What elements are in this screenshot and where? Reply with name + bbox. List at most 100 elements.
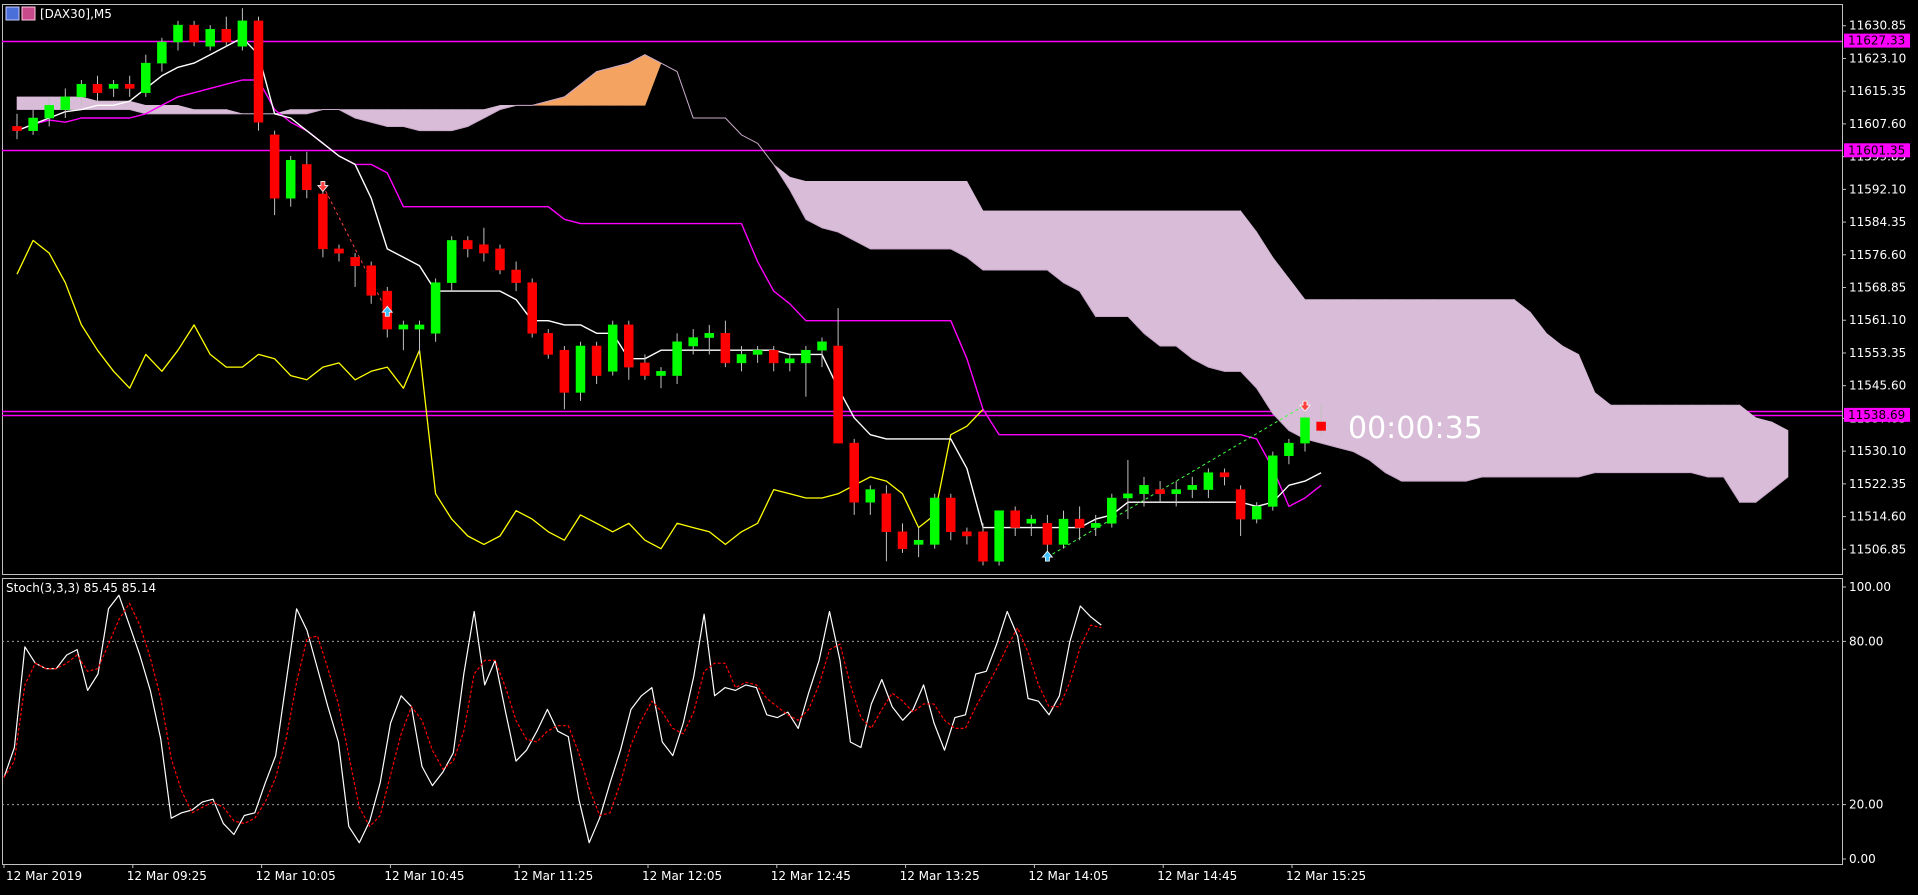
candle-body xyxy=(591,345,602,376)
candle-body xyxy=(527,282,537,334)
candle-body xyxy=(334,248,344,254)
hline-price-label: 11538.69 xyxy=(1848,408,1905,422)
candle-body xyxy=(672,341,682,376)
candle xyxy=(430,278,441,342)
candle-body xyxy=(1219,472,1230,478)
candle-body xyxy=(559,349,570,393)
cloud-segment xyxy=(1143,210,1161,347)
time-tick-label: 12 Mar 14:05 xyxy=(1028,869,1108,883)
candle-body xyxy=(92,83,103,93)
candle-body xyxy=(463,240,473,250)
candle-body xyxy=(962,531,972,537)
candle-body xyxy=(1235,489,1246,520)
candle-body xyxy=(929,497,940,545)
candle-body xyxy=(897,531,908,549)
candle-body xyxy=(269,134,280,199)
cloud-segment xyxy=(837,181,855,241)
candle-body xyxy=(414,324,425,330)
cloud-segment xyxy=(950,181,968,258)
candle xyxy=(607,320,618,376)
candle-body xyxy=(205,29,215,47)
candle-body xyxy=(221,29,232,43)
time-tick-label: 12 Mar 2019 xyxy=(6,869,82,883)
candle-body xyxy=(946,497,956,533)
candle-body xyxy=(752,349,763,355)
cloud-segment xyxy=(161,105,179,115)
cloud-segment xyxy=(419,109,436,131)
cloud-segment xyxy=(16,96,34,110)
candle-body xyxy=(1171,489,1181,495)
price-tick-label: 11522.35 xyxy=(1849,477,1906,491)
cloud-segment xyxy=(1111,210,1129,317)
candle-body xyxy=(253,20,264,123)
candle-body xyxy=(575,345,586,393)
stoch-tick-label: 0.00 xyxy=(1849,852,1876,866)
cloud-segment xyxy=(1739,404,1757,503)
cloud-segment xyxy=(1626,404,1644,473)
stoch-tick-label: 100.00 xyxy=(1849,580,1891,594)
chart-canvas[interactable]: 11630.8511623.1011615.3511607.6011599.85… xyxy=(0,0,1918,891)
cloud-segment xyxy=(1465,299,1483,482)
cloud-segment xyxy=(596,66,614,106)
candle-body xyxy=(302,164,312,191)
candle-body xyxy=(76,83,87,98)
candle-body xyxy=(978,531,988,562)
price-tick-label: 11553.35 xyxy=(1849,346,1906,360)
price-tick-label: 11584.35 xyxy=(1849,215,1906,229)
cloud-segment xyxy=(1175,210,1193,360)
mt4-chart-window[interactable]: 11630.8511623.1011615.3511607.6011599.85… xyxy=(0,0,1918,891)
candle-body xyxy=(543,333,554,355)
cloud-segment xyxy=(1224,210,1241,372)
candle-body xyxy=(1187,485,1198,490)
candle-body xyxy=(108,83,119,89)
time-tick-label: 12 Mar 14:45 xyxy=(1157,869,1237,883)
time-tick-label: 12 Mar 15:25 xyxy=(1286,869,1366,883)
candle-body xyxy=(865,489,876,503)
candle xyxy=(543,329,554,359)
cloud-segment xyxy=(1433,299,1451,482)
cloud-segment xyxy=(1707,404,1724,478)
candle xyxy=(527,278,537,338)
candle-body xyxy=(881,493,892,533)
stoch-tick-label: 20.00 xyxy=(1849,798,1883,812)
candle-body xyxy=(173,24,183,43)
candle-body xyxy=(656,371,666,376)
candle-body xyxy=(1026,518,1037,524)
countdown-timer: 00:00:35 xyxy=(1348,411,1483,446)
candle-body xyxy=(285,159,296,199)
candle-body xyxy=(1074,518,1085,528)
cloud-segment xyxy=(1288,277,1306,440)
cloud-segment xyxy=(1497,299,1515,478)
cloud-segment xyxy=(1449,299,1467,482)
cloud-segment xyxy=(193,109,211,115)
cloud-segment xyxy=(1546,332,1563,478)
cloud-segment xyxy=(1417,299,1435,482)
cloud-segment xyxy=(1031,210,1048,271)
candle-body xyxy=(1123,493,1133,499)
price-tick-label: 11615.35 xyxy=(1849,84,1906,98)
cloud-segment xyxy=(1594,391,1612,473)
price-tick-label: 11568.85 xyxy=(1849,281,1906,295)
candle xyxy=(253,16,264,131)
candle-body xyxy=(446,240,457,283)
candle-body xyxy=(1107,497,1117,524)
cloud-segment xyxy=(1095,210,1113,317)
candle-body xyxy=(511,269,521,283)
price-tick-label: 11530.10 xyxy=(1849,444,1906,458)
cloud-segment xyxy=(1256,230,1274,415)
candle-body xyxy=(366,265,376,296)
cloud-segment xyxy=(1401,299,1418,482)
cloud-segment xyxy=(1240,210,1257,389)
candle-body xyxy=(720,333,731,364)
candle-body xyxy=(849,442,859,503)
candle-body xyxy=(1251,506,1262,520)
candle-body xyxy=(640,362,650,376)
candle xyxy=(1268,451,1278,511)
cloud-segment xyxy=(1208,210,1225,372)
cloud-segment xyxy=(1063,210,1080,292)
cloud-segment xyxy=(1192,210,1209,368)
candle-body xyxy=(495,248,505,271)
candle-body xyxy=(817,341,827,351)
cloud-segment xyxy=(1159,210,1177,347)
candle xyxy=(495,244,505,275)
